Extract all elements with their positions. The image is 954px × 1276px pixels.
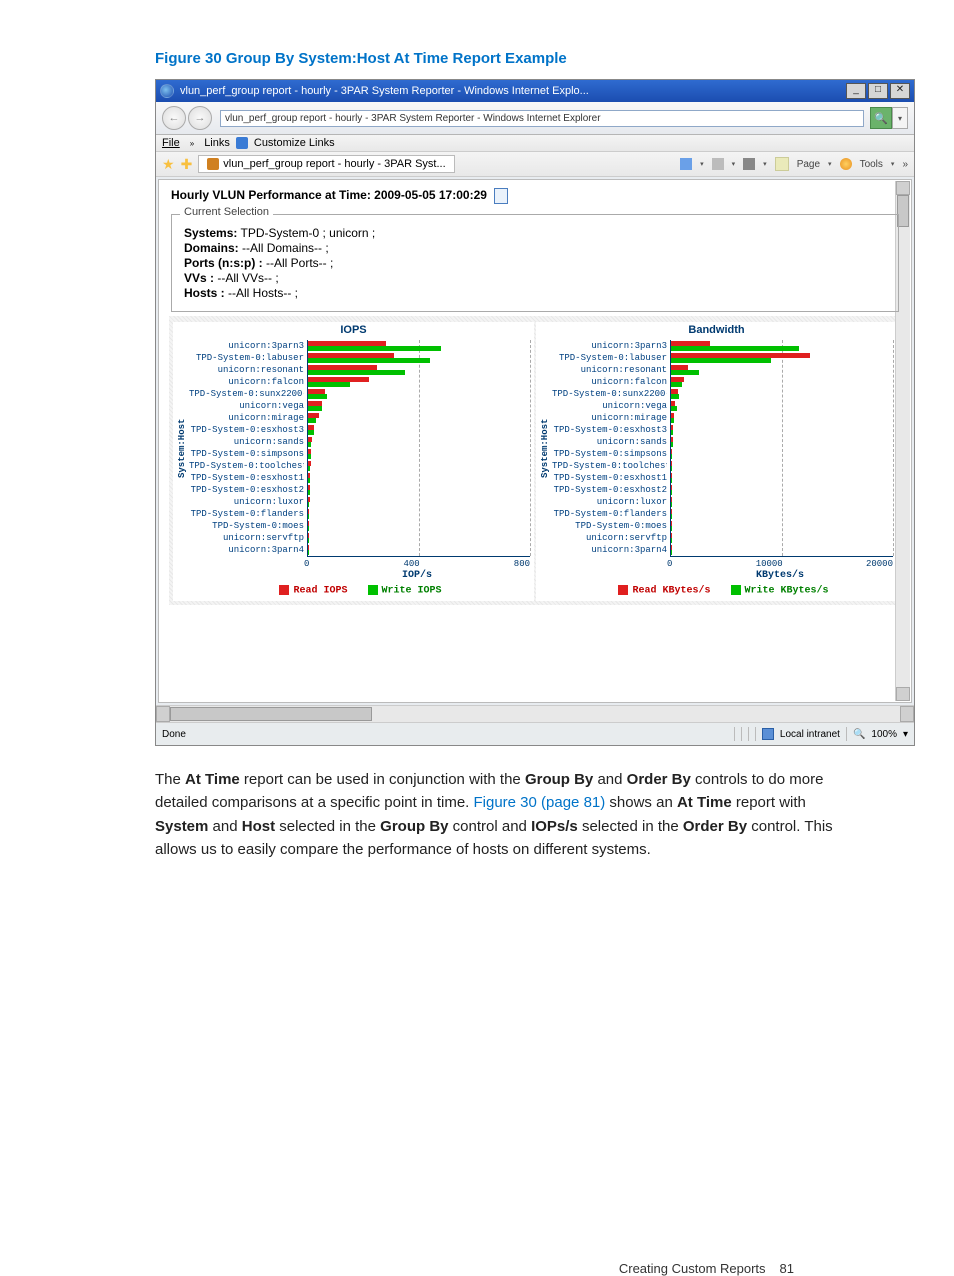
forward-button[interactable]: → <box>188 106 212 130</box>
zoom-icon[interactable]: 🔍 <box>853 729 865 740</box>
browser-tab[interactable]: vlun_perf_group report - hourly - 3PAR S… <box>198 155 454 173</box>
ie-icon <box>160 84 174 98</box>
favicon-icon <box>236 137 248 149</box>
zoom-dropdown[interactable]: ▾ <box>903 729 908 740</box>
customize-links[interactable]: Customize Links <box>254 137 335 149</box>
home-icon[interactable] <box>680 158 692 170</box>
status-bar: Done Local intranet 🔍 100% ▾ <box>156 722 914 745</box>
footer-section: Creating Custom Reports <box>619 1261 766 1276</box>
search-dropdown[interactable]: ▾ <box>892 107 908 129</box>
back-button[interactable]: ← <box>162 106 186 130</box>
menu-bar: File » Links Customize Links <box>156 135 914 152</box>
scroll-left-button[interactable] <box>156 706 170 722</box>
tools-label[interactable]: Tools <box>860 159 883 170</box>
address-bar[interactable]: vlun_perf_group report - hourly - 3PAR S… <box>220 110 864 127</box>
toolbar-more-icon[interactable]: » <box>902 159 908 170</box>
footer-page: 81 <box>780 1261 794 1276</box>
menu-file[interactable]: File <box>162 137 180 149</box>
zone-icon <box>762 728 774 740</box>
nav-toolbar: ← → vlun_perf_group report - hourly - 3P… <box>156 102 914 135</box>
maximize-button[interactable]: □ <box>868 83 888 99</box>
minimize-button[interactable]: _ <box>846 83 866 99</box>
window-titlebar: vlun_perf_group report - hourly - 3PAR S… <box>156 80 914 102</box>
charts-container: IOPS System:Host unicorn:3parn3TPD-Syste… <box>169 316 901 605</box>
description-text: The At Time report can be used in conjun… <box>155 768 834 861</box>
selection-legend: Current Selection <box>180 206 273 218</box>
status-done: Done <box>162 729 186 740</box>
go-button[interactable]: 🔍 <box>870 107 892 129</box>
figure-link[interactable]: Figure 30 (page 81) <box>474 794 606 811</box>
bandwidth-chart: Bandwidth System:Host unicorn:3parn3TPD-… <box>536 322 897 601</box>
page-icon[interactable] <box>775 157 789 171</box>
close-button[interactable]: ✕ <box>890 83 910 99</box>
menu-more-icon[interactable]: » <box>190 139 194 148</box>
tab-icon <box>207 158 219 170</box>
figure-caption: Figure 30 Group By System:Host At Time R… <box>155 50 834 67</box>
page-tool-label[interactable]: Page <box>797 159 820 170</box>
tools-icon[interactable] <box>840 158 852 170</box>
tab-bar: ★ ✚ vlun_perf_group report - hourly - 3P… <box>156 152 914 177</box>
status-zoom[interactable]: 100% <box>871 729 897 740</box>
iops-chart: IOPS System:Host unicorn:3parn3TPD-Syste… <box>173 322 534 601</box>
report-title: Hourly VLUN Performance at Time: 2009-05… <box>171 188 901 204</box>
page-footer: Creating Custom Reports 81 <box>155 1261 834 1276</box>
add-favorites-icon[interactable]: ✚ <box>181 156 193 173</box>
hscroll-thumb[interactable] <box>170 707 372 721</box>
print-icon[interactable] <box>743 158 755 170</box>
favorites-icon[interactable]: ★ <box>162 156 175 173</box>
scroll-right-button[interactable] <box>900 706 914 722</box>
status-zone: Local intranet <box>780 729 840 740</box>
page-content: Hourly VLUN Performance at Time: 2009-05… <box>158 179 912 703</box>
browser-window: vlun_perf_group report - hourly - 3PAR S… <box>155 79 915 746</box>
scroll-up-button[interactable] <box>896 181 910 195</box>
tab-label: vlun_perf_group report - hourly - 3PAR S… <box>223 158 445 170</box>
scroll-down-button[interactable] <box>896 687 910 701</box>
links-label: Links <box>204 137 230 149</box>
feed-icon[interactable] <box>712 158 724 170</box>
window-title: vlun_perf_group report - hourly - 3PAR S… <box>180 85 589 97</box>
export-icon[interactable] <box>494 188 508 204</box>
horizontal-scrollbar[interactable] <box>156 705 914 722</box>
current-selection-panel: Current Selection Systems: TPD-System-0 … <box>171 214 899 312</box>
